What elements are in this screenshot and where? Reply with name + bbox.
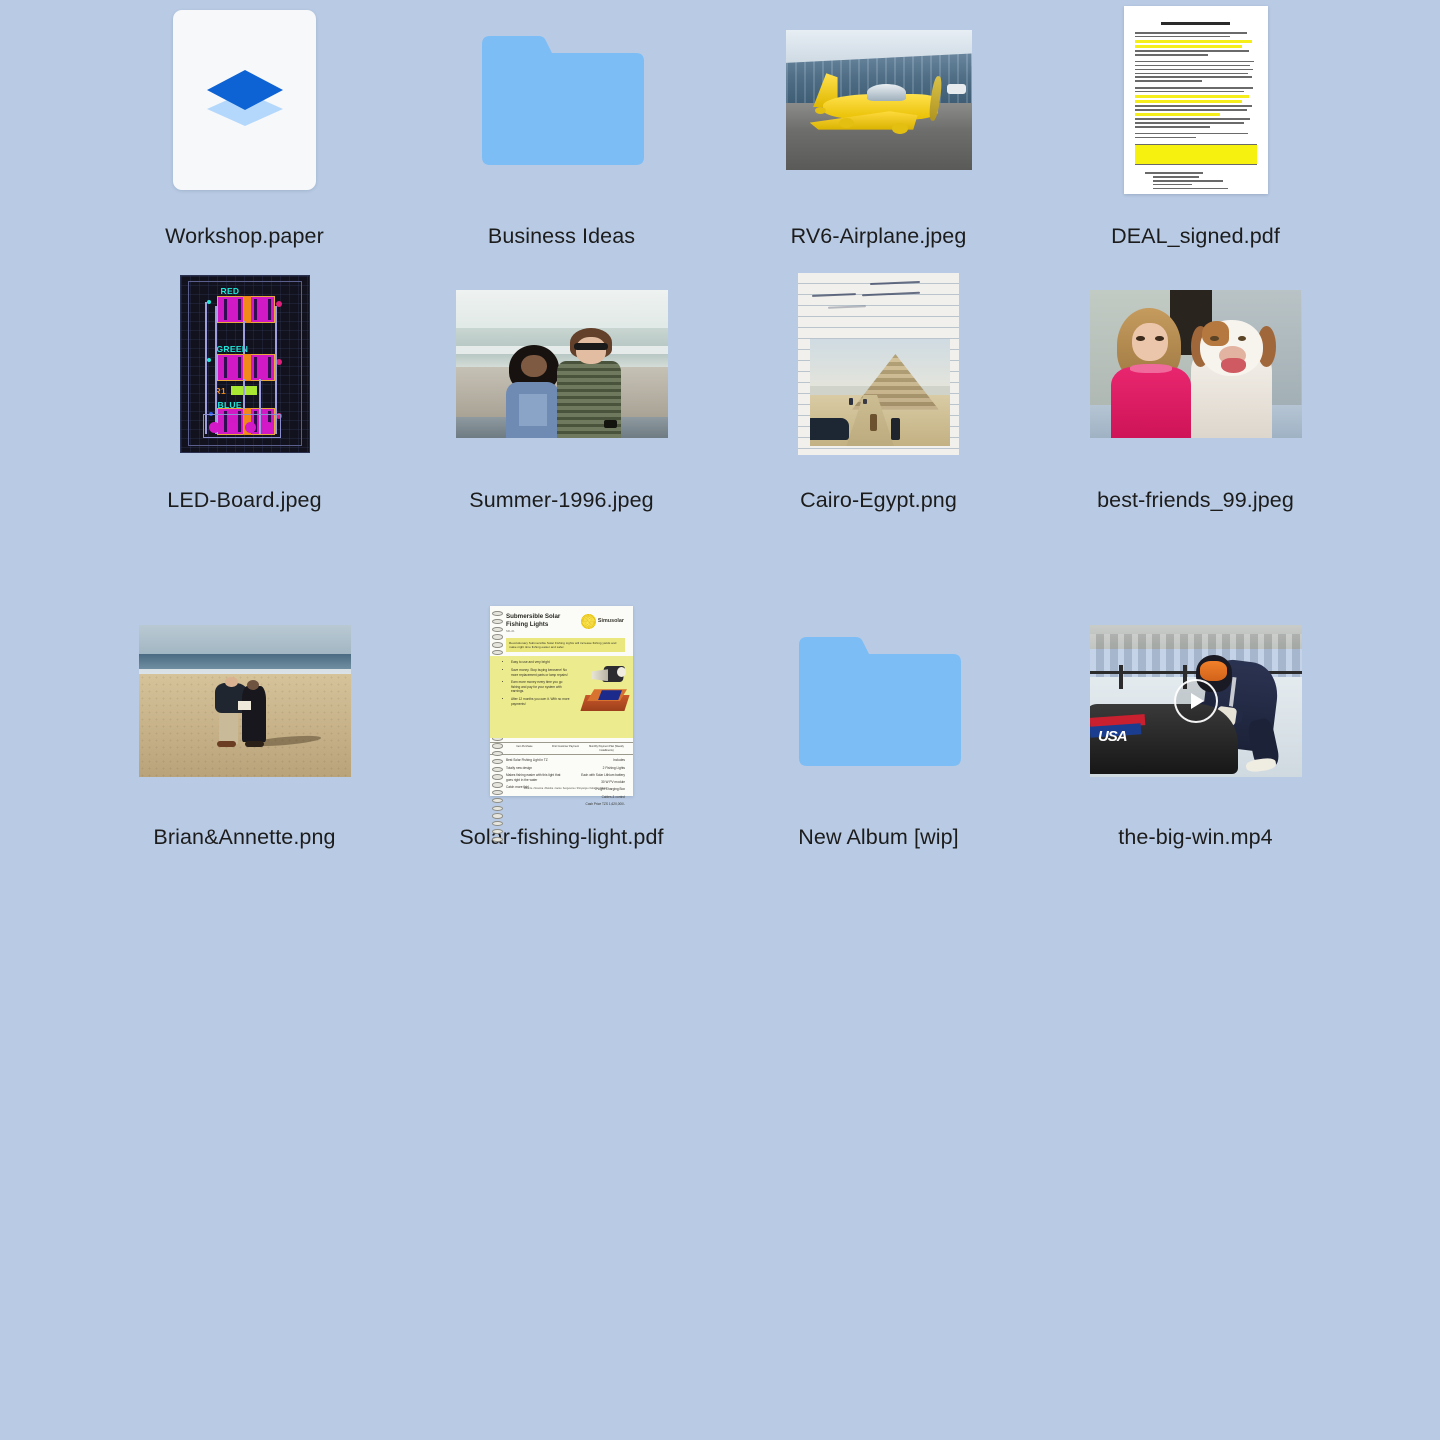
thumbnail-wrapper xyxy=(798,264,959,464)
brochure-note: Cash Price TZS 1,620,000/- xyxy=(585,801,625,806)
file-item-best-friends-99[interactable]: best-friends_99.jpeg xyxy=(1037,264,1354,601)
thumbnail-wrapper xyxy=(1123,0,1268,200)
brochure-note: 30 W PV module xyxy=(601,780,625,785)
brochure-banner: Revolutionary Submersible Solar Fishing … xyxy=(506,638,625,653)
thumbnail-wrapper: Simusolar Submersible Solar Fishing Ligh… xyxy=(490,601,633,843)
photo-thumbnail-brian-annette xyxy=(138,625,351,777)
file-name-label: best-friends_99.jpeg xyxy=(1097,488,1294,512)
file-item-led-board[interactable]: RED GREEN R1 BLUE LED-Board.jpeg xyxy=(86,264,403,601)
thumbnail-wrapper: USA xyxy=(1089,601,1302,801)
brochure-right-heading: Includes xyxy=(613,758,625,763)
brochure-bullet: After 12 months you own it. With no more… xyxy=(511,697,570,706)
file-item-business-ideas[interactable]: Business Ideas xyxy=(403,0,720,264)
brochure-note: Best Solar Fishing Light in TZ xyxy=(506,758,548,763)
file-item-rv6-airplane[interactable]: RV6-Airplane.jpeg xyxy=(720,0,1037,264)
file-item-deal-signed-pdf[interactable]: DEAL_signed.pdf xyxy=(1037,0,1354,264)
file-item-brian-annette[interactable]: Brian&Annette.png xyxy=(86,601,403,906)
photo-thumbnail-cairo-egypt xyxy=(798,273,959,455)
thumbnail-wrapper xyxy=(455,264,668,464)
table-header-cell: Monthly Payment Plan (Weekly Installment… xyxy=(589,745,624,752)
file-name-label: New Album [wip] xyxy=(798,825,959,849)
file-name-label: Business Ideas xyxy=(487,224,636,248)
pcb-label-red: RED xyxy=(220,286,240,296)
brochure-columns: Best Solar Fishing Light in TZ Totally n… xyxy=(506,758,625,809)
file-item-workshop-paper[interactable]: Workshop.paper xyxy=(86,0,403,264)
brochure-subtitle: SFL-01 xyxy=(506,629,515,633)
thumbnail-wrapper xyxy=(1089,264,1302,464)
solar-panel-illustration xyxy=(580,689,630,713)
file-name-label: Solar-fishing-light.pdf xyxy=(459,825,664,849)
sled-usa-text: USA xyxy=(1097,728,1128,746)
folder-icon xyxy=(793,633,965,770)
photo-thumbnail-rv6-airplane xyxy=(785,29,972,171)
simusolar-logo: Simusolar xyxy=(580,614,624,629)
file-name-label: LED-Board.jpeg xyxy=(167,488,322,512)
brochure-bullet: Save money. Stop buying kerosene! No mor… xyxy=(511,668,570,677)
file-item-the-big-win-mp4[interactable]: USA the-big-win.mp4 xyxy=(1037,601,1354,906)
brochure-left-notes: Best Solar Fishing Light in TZ Totally n… xyxy=(506,758,565,809)
table-header-cell: First Customer Payment xyxy=(552,745,579,749)
photo-thumbnail-led-board: RED GREEN R1 BLUE xyxy=(179,275,310,453)
brochure-price-table: Item Purchase First Customer Payment Mon… xyxy=(490,742,633,756)
brochure-right-notes: Includes 2 Fishing Lights Each with Sola… xyxy=(571,758,625,809)
file-name-label: Brian&Annette.png xyxy=(153,825,336,849)
file-item-new-album-wip[interactable]: New Album [wip] xyxy=(720,601,1037,906)
brochure-logo-text: Simusolar xyxy=(597,617,624,624)
table-header-cell: Item Purchase xyxy=(516,745,533,749)
document-thumbnail-solar-fishing-light: Simusolar Submersible Solar Fishing Ligh… xyxy=(490,606,633,843)
brochure-note: Cables & control xyxy=(601,794,625,799)
photo-thumbnail-best-friends xyxy=(1089,290,1302,438)
file-name-label: the-big-win.mp4 xyxy=(1118,825,1273,849)
photo-thumbnail-summer-1996 xyxy=(455,290,668,438)
brochure-note: Totally new design xyxy=(506,765,533,770)
brochure-body: Easy to use and very bright Save money. … xyxy=(490,656,633,739)
brochure-note: Makes fishing easier with this light tha… xyxy=(506,772,561,782)
thumbnail-wrapper: RED GREEN R1 BLUE xyxy=(179,264,310,464)
file-grid: Workshop.paper Business Ideas RV6-Airpla… xyxy=(0,0,1440,1440)
brochure-footer: Mwanza • Musoma • Bukoba • Geita • Senge… xyxy=(523,787,608,790)
file-item-cairo-egypt[interactable]: Cairo-Egypt.png xyxy=(720,264,1037,601)
file-name-label: DEAL_signed.pdf xyxy=(1111,224,1280,248)
play-icon[interactable] xyxy=(1173,679,1218,723)
solar-lamp-illustration xyxy=(592,663,626,685)
thumbnail-wrapper xyxy=(793,601,965,801)
file-name-label: Summer-1996.jpeg xyxy=(469,488,654,512)
video-thumbnail-the-big-win[interactable]: USA xyxy=(1089,625,1302,777)
folder-icon xyxy=(476,32,648,169)
brochure-note: 2 Fishing Lights xyxy=(602,765,625,770)
sun-icon xyxy=(580,614,596,629)
file-name-label: Cairo-Egypt.png xyxy=(800,488,957,512)
file-item-summer-1996[interactable]: Summer-1996.jpeg xyxy=(403,264,720,601)
brochure-bullet: Earn more money every time you go fishin… xyxy=(511,680,570,694)
brochure-note: Each with Solar Lithium battery xyxy=(581,772,625,777)
file-item-solar-fishing-light[interactable]: Simusolar Submersible Solar Fishing Ligh… xyxy=(403,601,720,906)
thumbnail-wrapper xyxy=(476,0,648,200)
file-name-label: RV6-Airplane.jpeg xyxy=(790,224,967,248)
thumbnail-wrapper xyxy=(173,0,316,200)
thumbnail-wrapper xyxy=(785,0,972,200)
dropbox-paper-icon xyxy=(173,10,316,190)
document-thumbnail-deal-signed xyxy=(1123,6,1268,194)
file-name-label: Workshop.paper xyxy=(165,224,324,248)
thumbnail-wrapper xyxy=(138,601,351,801)
